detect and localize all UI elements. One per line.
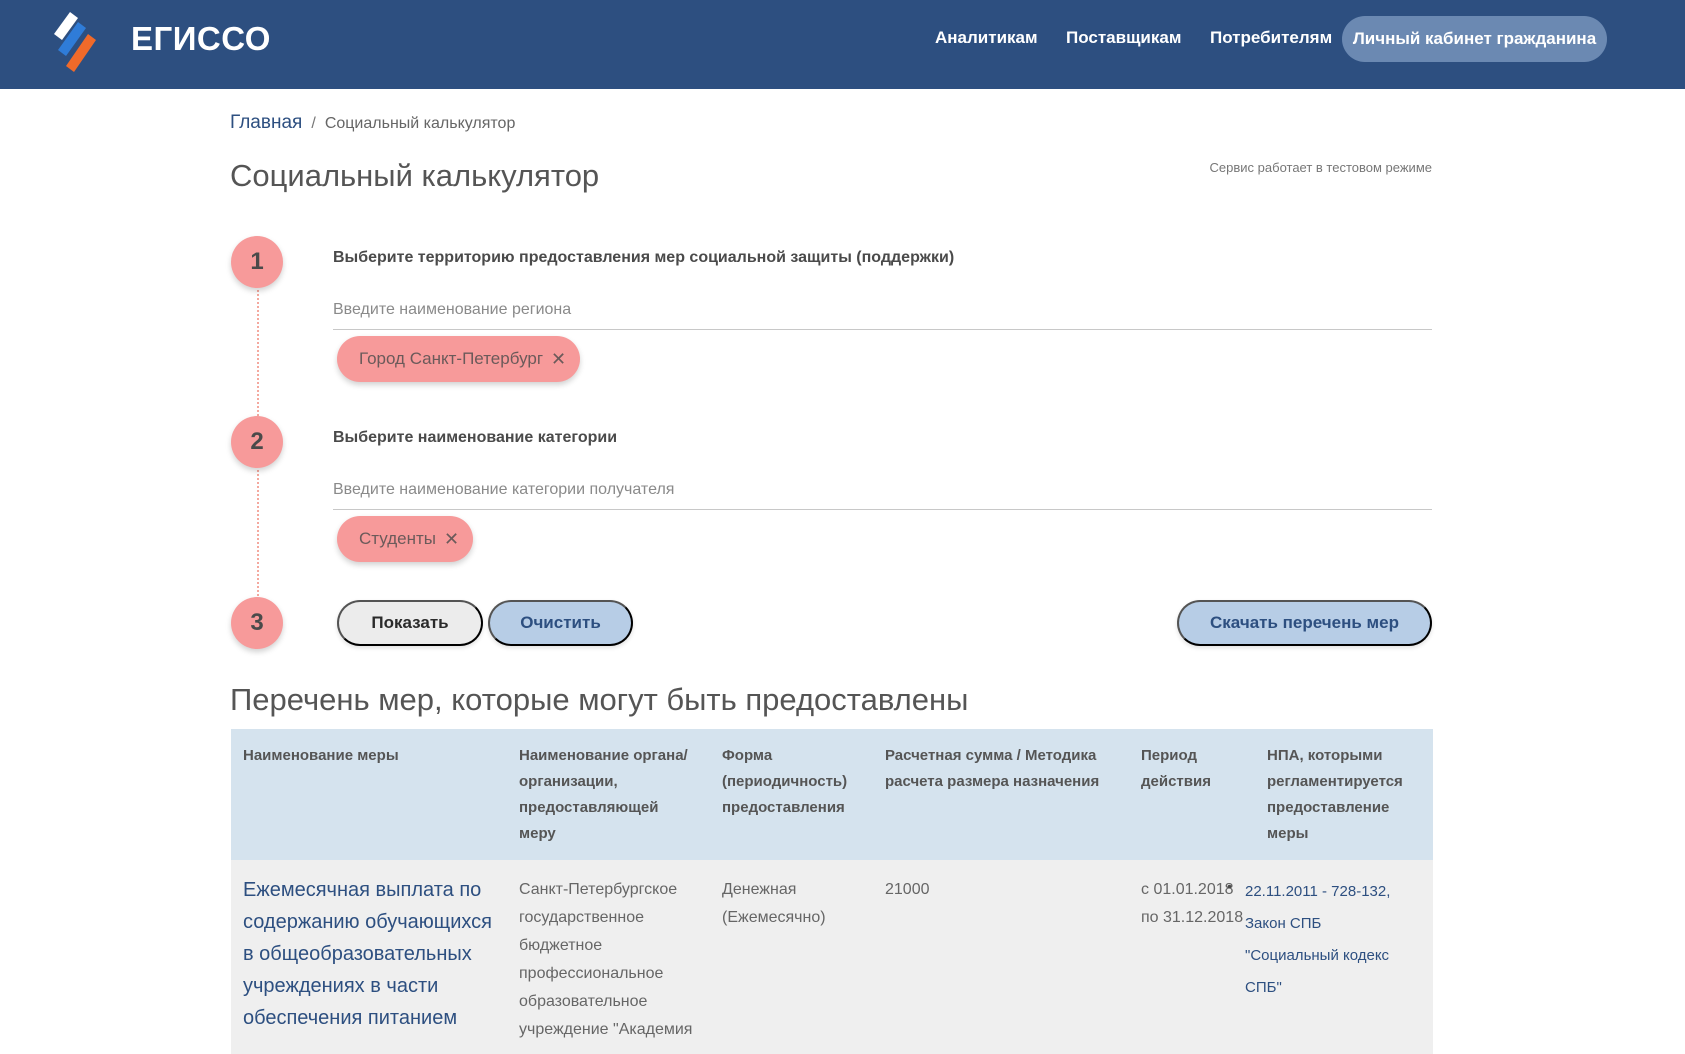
breadcrumb: Главная / Социальный калькулятор — [230, 112, 515, 134]
top-navigation-bar: ЕГИССО Аналитикам Поставщикам Потребител… — [0, 0, 1685, 89]
column-header-amount: Расчетная сумма / Методика расчета разме… — [885, 747, 1100, 790]
citizen-cabinet-button[interactable]: Личный кабинет гражданина — [1342, 16, 1607, 62]
table-header: Наименование меры Наименование органа/ор… — [231, 729, 1433, 860]
logo-text[interactable]: ЕГИССО — [131, 20, 271, 58]
region-chip: Город Санкт-Петербург ✕ — [337, 336, 581, 382]
category-chip-label: Студенты — [359, 529, 436, 548]
npa-link[interactable]: 22.11.2011 - 728-132, Закон СПБ "Социаль… — [1245, 876, 1405, 1004]
nav-link-consumers[interactable]: Потребителям — [1210, 28, 1332, 48]
remove-region-close-icon[interactable]: ✕ — [551, 349, 566, 370]
category-chip: Студенты ✕ — [337, 516, 474, 562]
page-title: Социальный калькулятор — [230, 158, 600, 193]
step-2-badge: 2 — [231, 416, 283, 468]
clear-button[interactable]: Очистить — [488, 600, 633, 646]
amount-cell: 21000 — [885, 881, 930, 898]
measures-table: Наименование меры Наименование органа/ор… — [231, 729, 1433, 1054]
step-connector-line — [257, 290, 259, 416]
column-header-period: Период действия — [1141, 747, 1211, 790]
step-2-label: Выберите наименование категории — [333, 429, 618, 446]
column-header-measure: Наименование меры — [243, 747, 399, 764]
region-chip-label: Город Санкт-Петербург — [359, 349, 544, 368]
nav-link-providers[interactable]: Поставщикам — [1066, 28, 1181, 48]
period-cell: с 01.01.2018 по 31.12.2018 — [1141, 881, 1244, 926]
step-3-badge: 3 — [231, 597, 283, 649]
show-button[interactable]: Показать — [337, 600, 483, 646]
test-mode-note: Сервис работает в тестовом режиме — [1209, 160, 1432, 175]
column-header-organization: Наименование органа/организации, предост… — [519, 747, 688, 842]
form-cell: Денежная (Ежемесячно) — [722, 881, 826, 926]
organization-cell: Санкт-Петербургское государственное бюдж… — [519, 881, 693, 1038]
measure-name-link[interactable]: Ежемесячная выплата по содержанию обучаю… — [243, 874, 503, 1034]
download-measures-button[interactable]: Скачать перечень мер — [1177, 600, 1432, 646]
column-header-form: Форма (периодичность) предоставления — [722, 747, 848, 816]
step-1-label: Выберите территорию предоставления мер с… — [333, 249, 955, 266]
remove-category-close-icon[interactable]: ✕ — [444, 529, 459, 550]
breadcrumb-home-link[interactable]: Главная — [230, 112, 302, 133]
category-search-input[interactable] — [333, 470, 1432, 510]
npa-bullet: • — [1227, 878, 1232, 894]
step-1-badge: 1 — [231, 236, 283, 288]
step-connector-line — [257, 470, 259, 596]
table-row: Ежемесячная выплата по содержанию обучаю… — [231, 860, 1433, 1054]
breadcrumb-separator: / — [311, 115, 316, 132]
nav-link-analysts[interactable]: Аналитикам — [935, 28, 1038, 48]
breadcrumb-current: Социальный калькулятор — [324, 115, 516, 132]
egisso-logo-icon[interactable] — [48, 10, 104, 74]
column-header-npa: НПА, которыми регламентируется предостав… — [1267, 747, 1403, 842]
region-search-input[interactable] — [333, 290, 1432, 330]
results-title: Перечень мер, которые могут быть предост… — [230, 682, 969, 717]
